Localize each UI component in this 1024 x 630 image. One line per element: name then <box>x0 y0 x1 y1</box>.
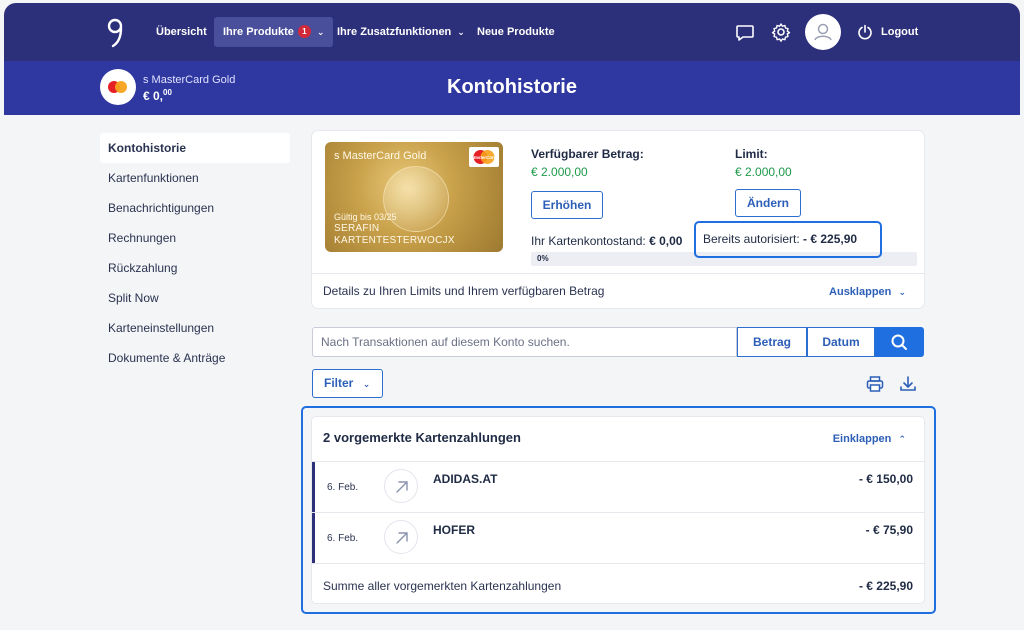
download-icon[interactable] <box>899 375 917 393</box>
app-window: Übersicht Ihre Produkte 1 ⌄ Ihre Zusatzfun… <box>4 3 1020 627</box>
transaction-date: 6. Feb. <box>327 482 359 493</box>
page-title: Kontohistorie <box>447 76 577 98</box>
sum-label: Summe aller vorgemerkten Kartenzahlungen <box>323 579 562 593</box>
gear-icon[interactable] <box>770 21 792 43</box>
page-header: s MasterCard Gold € 0,00 Kontohistorie <box>4 61 1020 115</box>
card-holder-last: KARTENTESTERWOCJX <box>334 235 455 246</box>
limit-label: Limit: <box>735 147 768 161</box>
avatar[interactable] <box>805 14 841 50</box>
pending-title: 2 vorgemerkte Kartenzahlungen <box>323 430 521 445</box>
limit-value: € 2.000,00 <box>735 165 792 179</box>
chat-icon[interactable] <box>734 21 756 43</box>
search-icon <box>891 334 907 350</box>
brand-logo-icon[interactable] <box>104 17 126 49</box>
filter-button[interactable]: Filter ⌄ <box>312 369 383 398</box>
pending-sum-row: Summe aller vorgemerkten Kartenzahlungen… <box>312 563 924 603</box>
top-navigation: Übersicht Ihre Produkte 1 ⌄ Ihre Zusatzfun… <box>4 3 1020 61</box>
card-holder-first: SERAFIN <box>334 223 380 234</box>
increase-button[interactable]: Erhöhen <box>531 191 603 219</box>
mastercard-logo-icon: MasterCard <box>469 147 499 167</box>
table-row[interactable]: 6. Feb. HOFER - € 75,90 <box>312 512 924 564</box>
nav-new-products[interactable]: Neue Produkte <box>477 17 555 47</box>
expand-details-button[interactable]: Ausklappen ⌄ <box>829 286 906 298</box>
credit-card-image: s MasterCard Gold MasterCard Gültig bis … <box>325 142 503 252</box>
available-value: € 2.000,00 <box>531 165 588 179</box>
chevron-up-icon: ⌃ <box>898 434 906 444</box>
globe-icon <box>383 166 449 232</box>
authorized-amount: Bereits autorisiert: - € 225,90 <box>694 221 882 258</box>
divider <box>312 273 924 274</box>
nav-extras-label: Ihre Zusatzfunktionen <box>337 26 452 38</box>
transaction-amount: - € 75,90 <box>865 523 913 537</box>
row-marker <box>312 513 315 564</box>
nav-extras[interactable]: Ihre Zusatzfunktionen ⌄ <box>337 17 465 47</box>
sidebar-item-dokumente[interactable]: Dokumente & Anträge <box>100 343 290 373</box>
chevron-down-icon: ⌄ <box>362 379 371 389</box>
sidebar-item-split-now[interactable]: Split Now <box>100 283 290 313</box>
transaction-amount: - € 150,00 <box>858 472 913 486</box>
amount-sort-button[interactable]: Betrag <box>737 327 807 357</box>
merchant-name: HOFER <box>433 523 475 537</box>
sidebar-item-kartenfunktionen[interactable]: Kartenfunktionen <box>100 163 290 193</box>
sidebar-item-rueckzahlung[interactable]: Rückzahlung <box>100 253 290 283</box>
nav-overview[interactable]: Übersicht <box>156 17 207 47</box>
logout-label: Logout <box>881 26 919 38</box>
chevron-down-icon: ⌄ <box>457 27 465 37</box>
user-icon <box>814 23 832 41</box>
collapse-button[interactable]: Einklappen ⌃ <box>833 433 906 445</box>
merchant-name: ADIDAS.AT <box>433 472 498 486</box>
power-icon <box>858 24 872 40</box>
row-marker <box>312 462 315 513</box>
transaction-date: 6. Feb. <box>327 533 359 544</box>
notification-badge: 1 <box>297 25 311 38</box>
table-row[interactable]: 6. Feb. ADIDAS.AT - € 150,00 <box>312 461 924 513</box>
pending-payments-section: 2 vorgemerkte Kartenzahlungen Einklappen… <box>312 417 924 603</box>
print-icon[interactable] <box>866 375 884 393</box>
logout-button[interactable]: Logout <box>857 21 918 43</box>
card-balance: Ihr Kartenkontostand: € 0,00 <box>531 234 683 248</box>
chevron-down-icon: ⌄ <box>316 27 325 37</box>
change-limit-button[interactable]: Ändern <box>735 189 801 217</box>
progress-text: 0% <box>537 254 549 263</box>
card-name: s MasterCard Gold <box>334 150 427 162</box>
svg-text:MasterCard: MasterCard <box>472 155 497 160</box>
sidebar: Kontohistorie Kartenfunktionen Benachric… <box>100 133 290 373</box>
search-button[interactable] <box>875 327 924 357</box>
nav-products[interactable]: Ihre Produkte 1 ⌄ <box>214 17 334 47</box>
nav-products-label: Ihre Produkte <box>223 26 294 38</box>
sidebar-item-benachrichtigungen[interactable]: Benachrichtigungen <box>100 193 290 223</box>
outgoing-arrow-icon <box>384 469 418 503</box>
card-validity: Gültig bis 03/25 <box>334 212 397 222</box>
chevron-down-icon: ⌄ <box>898 287 906 297</box>
transaction-search-input[interactable] <box>312 327 737 357</box>
date-sort-button[interactable]: Datum <box>807 327 875 357</box>
available-label: Verfügbarer Betrag: <box>531 147 644 161</box>
outgoing-arrow-icon <box>384 520 418 554</box>
sidebar-item-karteneinstellungen[interactable]: Karteneinstellungen <box>100 313 290 343</box>
sidebar-item-rechnungen[interactable]: Rechnungen <box>100 223 290 253</box>
sum-amount: - € 225,90 <box>858 579 913 593</box>
sidebar-item-kontohistorie[interactable]: Kontohistorie <box>100 133 290 163</box>
account-panel: s MasterCard Gold MasterCard Gültig bis … <box>312 131 924 308</box>
limits-details-text: Details zu Ihren Limits und Ihrem verfüg… <box>323 284 605 298</box>
